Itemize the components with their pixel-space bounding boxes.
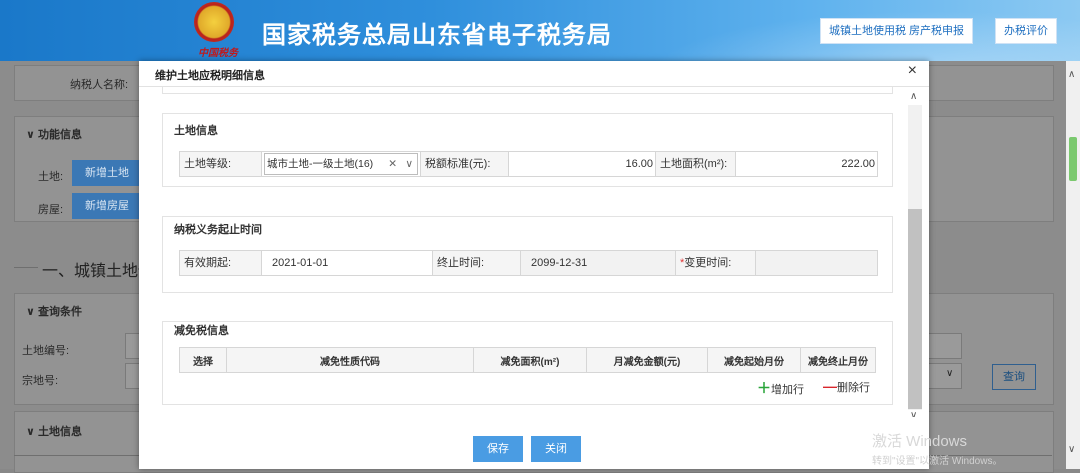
func-info-title: ∨ 功能信息 xyxy=(26,129,82,141)
change-date-input[interactable] xyxy=(756,251,877,275)
minus-icon: — xyxy=(823,378,837,394)
land-detail-modal: 维护土地应税明细信息 × 土地信息 土地等级: 城市土地-一级土地(16) ✕ … xyxy=(139,61,929,469)
relief-table-header: 选择 减免性质代码 减免面积(m²) 月减免金额(元) 减免起始月份 减免终止月… xyxy=(179,347,876,373)
tax-emblem-icon xyxy=(194,2,234,42)
query-button[interactable]: 查询 xyxy=(992,364,1036,390)
house-label: 房屋: xyxy=(38,204,64,216)
heading-rule xyxy=(14,267,38,268)
activation-watermark: 激活 Windows xyxy=(872,433,968,450)
end-date-value: 2099-12-31 xyxy=(521,251,676,275)
page-scroll-thumb[interactable] xyxy=(1069,137,1077,181)
add-house-button[interactable]: 新增房屋 xyxy=(72,193,142,219)
start-date-value[interactable]: 2021-01-01 xyxy=(262,251,433,275)
emblem-script: 中国税务 xyxy=(198,48,238,59)
scroll-up-icon[interactable]: ∧ xyxy=(910,91,917,102)
chevron-down-icon: ∨ xyxy=(946,368,954,379)
land-grade-value: 城市土地-一级土地(16) xyxy=(267,158,374,170)
modal-scrollbar[interactable]: ∧ ∨ xyxy=(908,91,922,417)
tax-rate-value[interactable]: 16.00 xyxy=(509,152,656,176)
modal-title: 维护土地应税明细信息 xyxy=(155,70,265,82)
add-row-button[interactable]: ＋增加行 xyxy=(757,378,804,398)
land-grade-select[interactable]: 城市土地-一级土地(16) ✕ ∨ xyxy=(264,153,418,175)
close-button[interactable]: 关闭 xyxy=(531,436,581,462)
parcel-no-label: 宗地号: xyxy=(22,375,59,387)
start-date-label: 有效期起: xyxy=(180,251,262,275)
col-end-month: 减免终止月份 xyxy=(800,347,876,373)
plus-icon: ＋ xyxy=(757,380,771,396)
scroll-up-icon[interactable]: ∧ xyxy=(1068,69,1075,80)
end-date-label: 终止时间: xyxy=(433,251,521,275)
rating-button[interactable]: 办税评价 xyxy=(995,18,1057,44)
col-monthly-amount: 月减免金额(元) xyxy=(586,347,708,373)
close-icon[interactable]: × xyxy=(908,62,917,80)
scroll-down-icon[interactable]: ∨ xyxy=(910,410,917,417)
tax-period-section-title: 纳税义务起止时间 xyxy=(174,224,262,236)
land-info-section-title: 土地信息 xyxy=(174,125,218,137)
add-land-button[interactable]: 新增土地 xyxy=(72,160,142,186)
site-header: 中国税务 国家税务总局山东省电子税务局 城镇土地使用税 房产税申报 办税评价 xyxy=(0,0,1080,61)
relief-table: 选择 减免性质代码 减免面积(m²) 月减免金额(元) 减免起始月份 减免终止月… xyxy=(179,347,876,373)
land-grade-label: 土地等级: xyxy=(180,152,262,176)
scroll-down-icon[interactable]: ∨ xyxy=(1068,444,1075,455)
land-tax-declare-button[interactable]: 城镇土地使用税 房产税申报 xyxy=(820,18,974,44)
save-button[interactable]: 保存 xyxy=(473,436,523,462)
col-relief-code: 减免性质代码 xyxy=(226,347,474,373)
previous-section-fragment xyxy=(162,87,893,94)
delete-row-button[interactable]: —删除行 xyxy=(823,378,870,395)
query-cond-title: ∨ 查询条件 xyxy=(26,306,82,318)
site-title: 国家税务总局山东省电子税务局 xyxy=(262,22,612,49)
col-relief-area: 减免面积(m²) xyxy=(473,347,587,373)
activation-watermark-hint: 转到"设置"以激活 Windows。 xyxy=(872,456,1003,467)
page-scrollbar[interactable]: ∧ ∨ xyxy=(1066,61,1080,469)
relief-section: 减免税信息 选择 减免性质代码 减免面积(m²) 月减免金额(元) 减免起始月份… xyxy=(162,321,893,405)
modal-body: 土地信息 土地等级: 城市土地-一级土地(16) ✕ ∨ 税额标准(元): 16… xyxy=(139,87,929,417)
col-select: 选择 xyxy=(179,347,227,373)
bg-select-right[interactable]: ∨ xyxy=(928,363,962,389)
land-info-title: ∨ 土地信息 xyxy=(26,426,82,438)
tax-rate-label: 税额标准(元): xyxy=(421,152,509,176)
tax-period-section: 纳税义务起止时间 有效期起: 2021-01-01 终止时间: 2099-12-… xyxy=(162,216,893,293)
land-info-row: 土地等级: 城市土地-一级土地(16) ✕ ∨ 税额标准(元): 16.00 土… xyxy=(179,151,878,177)
change-date-label: *变更时间: xyxy=(676,251,756,275)
taxpayer-label: 纳税人名称: xyxy=(70,79,129,91)
chevron-down-icon[interactable]: ∨ xyxy=(405,154,413,174)
clear-icon[interactable]: ✕ xyxy=(388,154,397,174)
bg-input-right[interactable] xyxy=(928,333,962,359)
land-area-value[interactable]: 222.00 xyxy=(736,152,877,176)
land-area-label: 土地面积(m²): xyxy=(656,152,736,176)
section-heading: 一、城镇土地使 xyxy=(42,263,155,280)
modal-scroll-thumb[interactable] xyxy=(908,209,922,409)
relief-section-title: 减免税信息 xyxy=(174,325,229,337)
tax-period-row: 有效期起: 2021-01-01 终止时间: 2099-12-31 *变更时间: xyxy=(179,250,878,276)
col-start-month: 减免起始月份 xyxy=(707,347,801,373)
land-label: 土地: xyxy=(38,171,64,183)
land-grade-cell: 城市土地-一级土地(16) ✕ ∨ xyxy=(262,152,421,176)
land-no-label: 土地编号: xyxy=(22,345,70,357)
land-info-section: 土地信息 土地等级: 城市土地-一级土地(16) ✕ ∨ 税额标准(元): 16… xyxy=(162,113,893,187)
